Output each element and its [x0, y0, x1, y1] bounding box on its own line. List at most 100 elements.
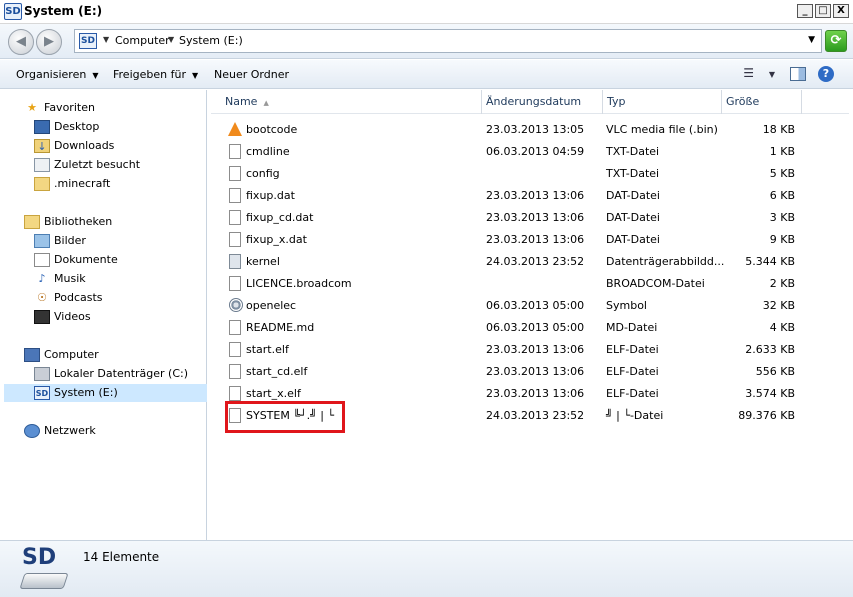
share-button[interactable]: Freigeben für ▼ [113, 68, 198, 81]
chevron-down-icon[interactable]: ▼ [769, 70, 775, 79]
file-row[interactable]: fixup_x.dat 23.03.2013 13:06 DAT-Datei 9 KB [211, 229, 849, 251]
music-icon: ♪ [38, 272, 46, 285]
file-date: 23.03.2013 13:06 [486, 387, 585, 400]
view-options-icon[interactable]: ☰ [743, 66, 754, 80]
sd-drive-icon: SD [4, 3, 22, 20]
file-type: DAT-Datei [606, 211, 660, 224]
file-date: 06.03.2013 05:00 [486, 321, 585, 334]
breadcrumb-system-e[interactable]: System (E:) [179, 34, 243, 47]
file-icon [229, 342, 241, 357]
nav-label: Favoriten [44, 101, 95, 114]
videos-icon [34, 310, 50, 324]
desktop-icon [34, 120, 50, 134]
nav-label: Zuletzt besucht [54, 158, 141, 171]
nav-item-podcasts[interactable]: ☉ Podcasts [34, 289, 103, 307]
nav-label: Computer [44, 348, 99, 361]
column-date[interactable]: Änderungsdatum [482, 90, 603, 114]
forward-button[interactable]: ▶ [36, 29, 62, 55]
refresh-button[interactable]: ⟳ [825, 30, 847, 52]
file-size: 32 KB [762, 299, 795, 312]
column-type[interactable]: Typ [603, 90, 722, 114]
nav-item-videos[interactable]: Videos [34, 308, 91, 326]
file-type: Datenträgerabbildd... [606, 255, 725, 268]
nav-item-recent[interactable]: Zuletzt besucht [34, 156, 140, 174]
file-icon [229, 364, 241, 379]
window-title: System (E:) [24, 4, 103, 18]
nav-label: Videos [54, 310, 91, 323]
file-row[interactable]: fixup_cd.dat 23.03.2013 13:06 DAT-Datei 3 K… [211, 207, 849, 229]
file-size: 2 KB [769, 277, 795, 290]
drive-icon [19, 573, 69, 589]
file-date: 23.03.2013 13:06 [486, 233, 585, 246]
nav-favorites[interactable]: ★ Favoriten [24, 99, 95, 117]
share-label: Freigeben für [113, 68, 186, 81]
chevron-down-icon: ▼ [92, 71, 99, 80]
file-name: config [246, 167, 280, 180]
nav-item-downloads[interactable]: ↓ Downloads [34, 137, 114, 155]
window-controls: _ □ X [797, 4, 849, 18]
file-size: 9 KB [769, 233, 795, 246]
file-type: ELF-Datei [606, 365, 659, 378]
file-name: fixup_x.dat [246, 233, 307, 246]
preview-pane-icon[interactable] [790, 67, 806, 81]
disk-image-icon [229, 254, 241, 269]
column-size[interactable]: Größe [722, 90, 802, 114]
file-row[interactable]: start.elf 23.03.2013 13:06 ELF-Datei 2.633 … [211, 339, 849, 361]
file-row[interactable]: bootcode 23.03.2013 13:05 VLC media file (… [211, 119, 849, 141]
nav-label: Podcasts [54, 291, 103, 304]
nav-item-minecraft[interactable]: .minecraft [34, 175, 110, 193]
file-type: MD-Datei [606, 321, 658, 334]
nav-computer[interactable]: Computer [24, 346, 99, 364]
library-icon [24, 215, 40, 229]
sd-drive-icon: SD [22, 545, 57, 570]
file-date: 06.03.2013 04:59 [486, 145, 585, 158]
nav-item-desktop[interactable]: Desktop [34, 118, 99, 136]
file-row[interactable]: cmdline 06.03.2013 04:59 TXT-Datei 1 KB [211, 141, 849, 163]
column-header-row: Name ▲ Änderungsdatum Typ Größe [211, 90, 849, 114]
column-name[interactable]: Name ▲ [211, 90, 482, 114]
close-button[interactable]: X [833, 4, 849, 18]
help-button[interactable]: ? [818, 66, 834, 82]
file-size: 3 KB [769, 211, 795, 224]
documents-icon [34, 253, 50, 267]
file-row[interactable]: config TXT-Datei 5 KB [211, 163, 849, 185]
new-folder-button[interactable]: Neuer Ordner [214, 68, 289, 81]
file-row[interactable]: LICENCE.broadcom BROADCOM-Datei 2 KB [211, 273, 849, 295]
file-row[interactable]: start_cd.elf 23.03.2013 13:06 ELF-Datei 556… [211, 361, 849, 383]
pictures-icon [34, 234, 50, 248]
address-row: ◀ ▶ SD ▼ Computer ▼ System (E:) ▼ ⟳ [0, 24, 853, 59]
nav-item-music[interactable]: ♪ Musik [34, 270, 86, 288]
breadcrumb-computer[interactable]: Computer [115, 34, 170, 47]
file-row[interactable]: fixup.dat 23.03.2013 13:06 DAT-Datei 6 KB [211, 185, 849, 207]
nav-item-documents[interactable]: Dokumente [34, 251, 118, 269]
file-row[interactable]: README.md 06.03.2013 05:00 MD-Datei 4 KB [211, 317, 849, 339]
breadcrumb-chevron-icon[interactable]: ▼ [103, 35, 109, 44]
back-button[interactable]: ◀ [8, 29, 34, 55]
file-date: 23.03.2013 13:06 [486, 189, 585, 202]
maximize-button[interactable]: □ [815, 4, 831, 18]
nav-libraries[interactable]: Bibliotheken [24, 213, 112, 231]
file-name: fixup_cd.dat [246, 211, 314, 224]
nav-label: Desktop [54, 120, 100, 133]
navigation-pane: ★ Favoriten Desktop ↓ Downloads Zuletzt be… [0, 90, 207, 540]
minimize-button[interactable]: _ [797, 4, 813, 18]
nav-label: Musik [54, 272, 86, 285]
nav-network[interactable]: Netzwerk [24, 422, 96, 440]
nav-item-drive-e[interactable]: SD System (E:) [4, 384, 207, 402]
address-dropdown-icon[interactable]: ▼ [808, 35, 815, 45]
nav-item-drive-c[interactable]: Lokaler Datenträger (C:) [34, 365, 188, 383]
file-date: 23.03.2013 13:06 [486, 211, 585, 224]
organize-button[interactable]: Organisieren ▼ [16, 68, 98, 81]
title-bar: SD System (E:) _ □ X [0, 0, 853, 24]
file-type: ELF-Datei [606, 387, 659, 400]
nav-item-pictures[interactable]: Bilder [34, 232, 86, 250]
file-name: kernel [246, 255, 280, 268]
breadcrumb-chevron-icon[interactable]: ▼ [168, 35, 174, 44]
file-row[interactable]: openelec 06.03.2013 05:00 Symbol 32 KB [211, 295, 849, 317]
file-type: Symbol [606, 299, 647, 312]
folder-icon [34, 177, 50, 191]
file-type: TXT-Datei [606, 167, 660, 180]
file-name: start_x.elf [246, 387, 301, 400]
address-bar[interactable]: SD ▼ Computer ▼ System (E:) ▼ [74, 29, 822, 53]
file-row[interactable]: kernel 24.03.2013 23:52 Datenträgerabbildd… [211, 251, 849, 273]
